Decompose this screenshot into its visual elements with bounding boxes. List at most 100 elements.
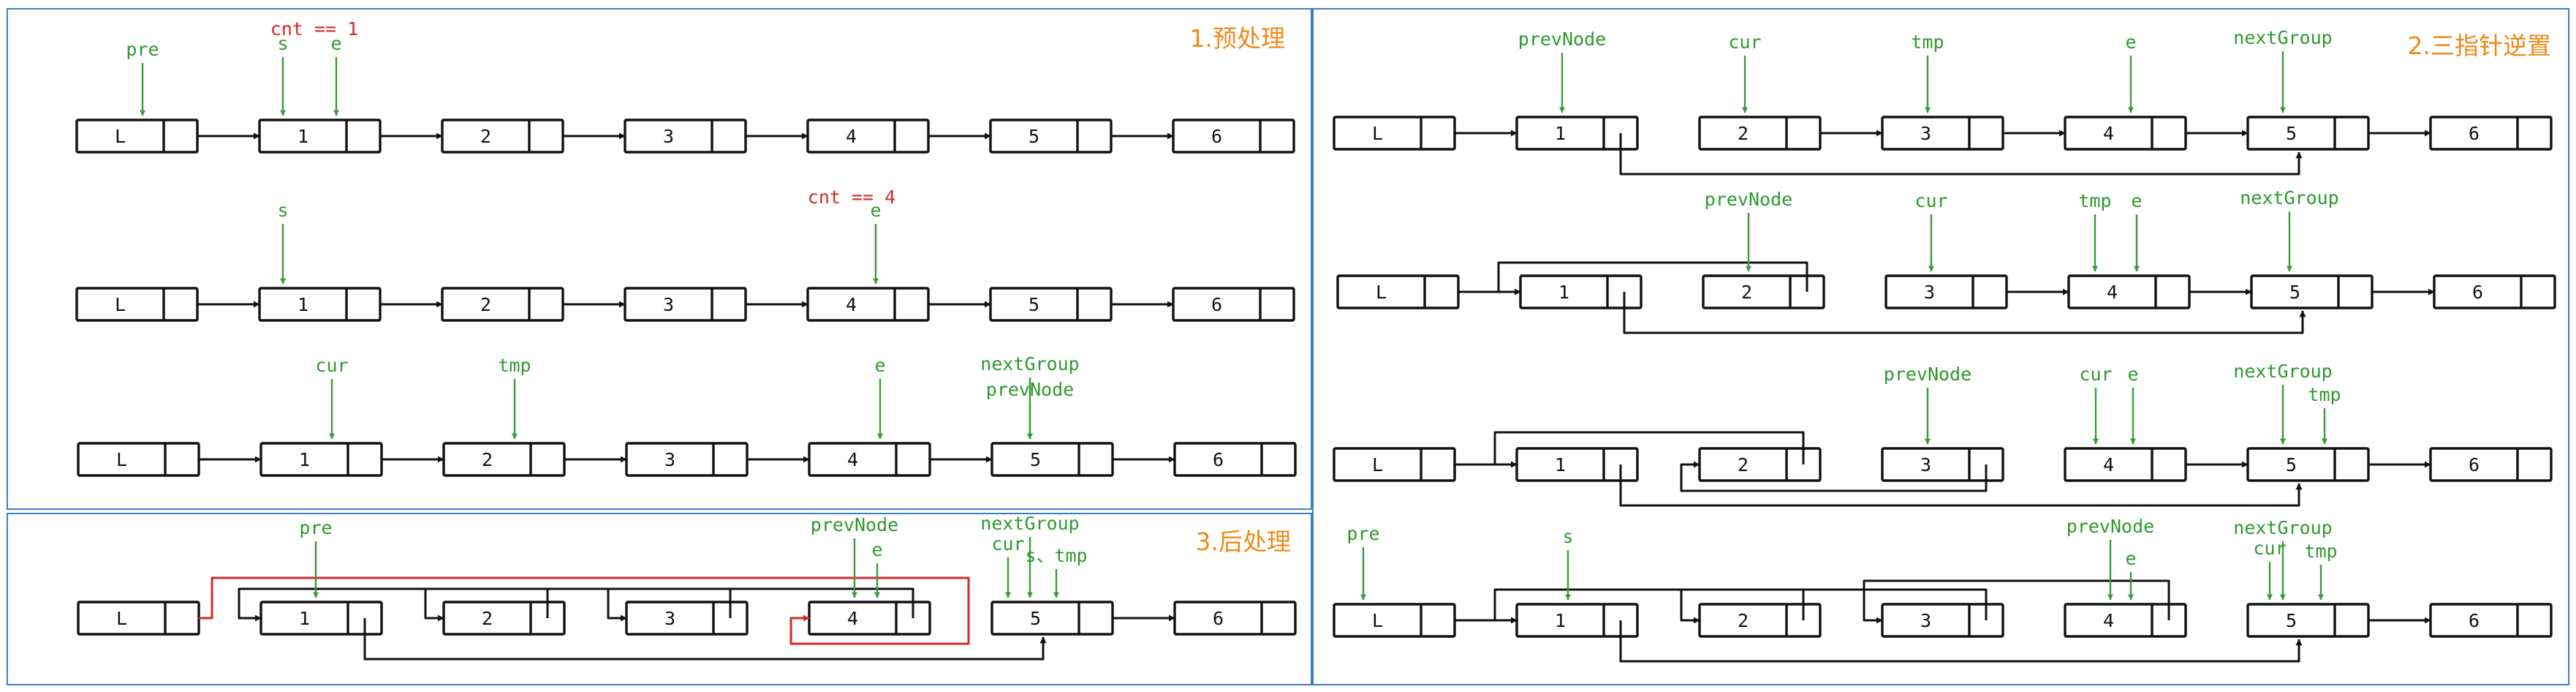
p2-row2-node-0-value: L	[1376, 282, 1387, 303]
p2-row1-node-6: 6	[2429, 116, 2553, 151]
p2-row4-node-1: 1	[1515, 603, 1639, 638]
p2-row4-pointer-tmp-label: tmp	[2304, 541, 2337, 562]
p1-row2-node-3-value: 3	[663, 294, 674, 315]
p2-row1-node-1-value: 1	[1555, 123, 1566, 144]
p2-row3-node-0-value: L	[1372, 454, 1383, 475]
p2-row4-node-1-value: 1	[1555, 610, 1566, 631]
p3-row1-node-5-value: 5	[1030, 608, 1041, 629]
p1-row3-node-5-value: 5	[1030, 449, 1041, 470]
panel-frame-reverse	[1312, 8, 2569, 685]
p1-row2-pointer-s-label: s	[277, 200, 288, 221]
p1-row2-node-5: 5	[989, 287, 1113, 322]
p1-row2-node-4-value: 4	[846, 294, 857, 315]
p1-row2-node-1: 1	[258, 287, 382, 322]
p1-row1-node-4-value: 4	[846, 126, 857, 147]
p3-row1-node-0-value: L	[116, 608, 127, 629]
p3-row1-node-6-value: 6	[1213, 608, 1224, 629]
p2-row1-node-2-value: 2	[1738, 123, 1749, 144]
p1-row3-pointer-cur-label: cur	[315, 355, 348, 376]
p1-row2-node-6-value: 6	[1211, 294, 1222, 315]
p2-row1-node-3-value: 3	[1920, 123, 1931, 144]
p1-row3-node-3: 3	[625, 442, 749, 477]
p2-row1-pointer-tmp-label: tmp	[1911, 31, 1944, 53]
p2-row2-pointer-e-label: e	[2131, 190, 2142, 211]
p1-row1-node-2-value: 2	[480, 126, 491, 147]
p3-row1-node-4-value: 4	[847, 608, 858, 629]
p2-row2-node-0: L	[1336, 274, 1460, 309]
p2-row4-pointer-cur-label: cur	[2253, 538, 2286, 559]
p3-row1-node-4: 4	[808, 601, 931, 636]
p2-row4-node-4: 4	[2064, 603, 2187, 638]
p2-row3-node-4-value: 4	[2103, 454, 2114, 475]
p2-row3-node-2-value: 2	[1738, 454, 1749, 475]
p1-row2-node-3: 3	[624, 287, 747, 322]
p1-row3-pointer-e-label: e	[874, 355, 885, 376]
p1-row1-node-3: 3	[624, 119, 747, 154]
p2-row2-pointer-prevnode-label: prevNode	[1705, 189, 1792, 210]
p1-row3-node-4-value: 4	[847, 449, 858, 470]
p2-row1-pointer-e-label: e	[2125, 31, 2136, 53]
p2-row3-node-1-value: 1	[1555, 454, 1566, 475]
p2-row1-pointer-prevnode-label: prevNode	[1518, 29, 1606, 50]
p3-row1-node-1: 1	[260, 601, 383, 636]
p2-row1-node-2: 2	[1698, 116, 1822, 151]
p2-row4-pointer-nextgroup-label: nextGroup	[2233, 517, 2332, 538]
p2-row2-node-4-value: 4	[2107, 282, 2118, 303]
p1-row2-node-2-value: 2	[480, 294, 491, 315]
p2-row4-node-2-value: 2	[1738, 610, 1749, 631]
p2-row2-node-2-value: 2	[1741, 282, 1752, 303]
panel-title-postprocess: 3.后处理	[1196, 527, 1292, 556]
p2-row2-pointer-cur-label: cur	[1914, 190, 1947, 211]
p1-row3-node-3-value: 3	[664, 449, 675, 470]
p2-row4-node-0: L	[1333, 603, 1456, 638]
p1-row2-node-0-value: L	[115, 294, 126, 315]
p2-row3-node-1: 1	[1515, 447, 1639, 482]
p3-row1-node-6: 6	[1173, 601, 1297, 636]
p1-row2-node-5-value: 5	[1028, 294, 1039, 315]
p2-row4-node-5: 5	[2246, 603, 2370, 638]
p2-row4-pointer-s-label: s	[1562, 526, 1573, 547]
p2-row2-pointer-tmp-label: tmp	[2078, 190, 2111, 211]
p2-row1-node-5: 5	[2246, 116, 2370, 151]
p2-row4-node-3: 3	[1881, 603, 2004, 638]
p3-row1-node-3: 3	[625, 601, 749, 636]
p1-row1-node-5: 5	[989, 119, 1113, 154]
p1-row3-pointer-tmp-label: tmp	[498, 355, 531, 376]
p1-row2-node-0: L	[75, 287, 199, 322]
p3-row1-pointer-prevnode-label: prevNode	[811, 514, 898, 535]
p1-row1-node-1-value: 1	[298, 126, 308, 147]
p2-row2-pointer-nextgroup-label: nextGroup	[2240, 187, 2338, 208]
p2-row2-node-3: 3	[1884, 274, 2008, 309]
p2-row2-node-1-value: 1	[1558, 282, 1569, 303]
p3-row1-node-3-value: 3	[664, 608, 675, 629]
p2-row3-pointer-e-label: e	[2127, 364, 2138, 385]
p2-row3-node-3-value: 3	[1920, 454, 1931, 475]
p1-row3-node-2: 2	[442, 442, 566, 477]
p3-row1-pointer-cur-label: cur	[991, 533, 1024, 554]
p1-row3-node-0-value: L	[116, 449, 127, 470]
p2-row1-pointer-cur-label: cur	[1728, 31, 1761, 53]
p1-row3-node-6: 6	[1173, 442, 1297, 477]
p3-row1-pointer-nextgroup-label: nextGroup	[980, 513, 1079, 534]
p2-row3-pointer-prevnode-label: prevNode	[1884, 364, 1971, 385]
p3-row1-node-2: 2	[442, 601, 566, 636]
p2-row4-node-5-value: 5	[2286, 610, 2297, 631]
p2-row1-pointer-nextgroup-label: nextGroup	[2233, 27, 2332, 48]
p3-row1-node-1-value: 1	[299, 608, 310, 629]
p2-row1-node-1: 1	[1515, 116, 1639, 151]
p2-row4-node-2: 2	[1698, 603, 1822, 638]
p2-row1-node-4: 4	[2064, 116, 2187, 151]
p1-row1-node-5-value: 5	[1028, 126, 1039, 147]
p2-row3-pointer-cur-label: cur	[2079, 364, 2112, 385]
p1-row1-node-2: 2	[441, 119, 564, 154]
p1-row3-node-1-value: 1	[299, 449, 310, 470]
p1-row2-cnt-note: cnt == 4	[808, 187, 895, 208]
p2-row1-node-5-value: 5	[2286, 123, 2297, 144]
p2-row2-node-5-value: 5	[2289, 282, 2300, 303]
p1-row1-node-0-value: L	[115, 126, 126, 147]
p2-row3-node-6: 6	[2429, 447, 2553, 482]
p1-row2-node-1-value: 1	[298, 294, 308, 315]
p2-row3-node-3: 3	[1881, 447, 2004, 482]
p1-row3-pointer-nextgroup-label: nextGroup	[980, 353, 1079, 375]
p1-row1-node-3-value: 3	[663, 126, 674, 147]
